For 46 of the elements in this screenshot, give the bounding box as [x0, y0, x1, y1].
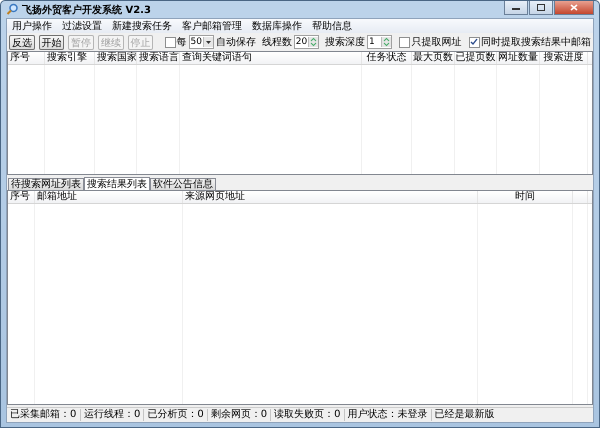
- tab[interactable]: 搜索结果列表: [84, 177, 150, 190]
- depth-spinner[interactable]: 1: [366, 35, 392, 49]
- column-header[interactable]: 时间: [478, 191, 573, 203]
- toolbar-button[interactable]: 反选: [9, 34, 35, 50]
- menu-item[interactable]: 帮助信息: [307, 19, 357, 33]
- close-button[interactable]: [554, 1, 594, 15]
- window-title: 飞扬外贸客户开发系统 V2.3: [22, 3, 151, 16]
- interval-dropdown[interactable]: 50: [188, 35, 214, 49]
- menu-item[interactable]: 客户邮箱管理: [177, 19, 247, 33]
- menu-item[interactable]: 用户操作: [7, 19, 57, 33]
- checkbox-label: 同时提取搜索结果中邮箱: [480, 36, 591, 49]
- magnifier-icon: [6, 3, 19, 16]
- minimize-button[interactable]: [504, 1, 528, 15]
- status-text: 剩余网页：0: [208, 409, 272, 421]
- tab[interactable]: 软件公告信息: [150, 178, 216, 190]
- column-header[interactable]: 搜索引擎: [45, 52, 95, 64]
- field-label: 线程数: [262, 36, 292, 49]
- column-header[interactable]: 网址数量: [497, 52, 540, 64]
- status-text: 已经是最新版: [434, 409, 496, 421]
- status-text: 已采集邮箱：0: [7, 409, 81, 421]
- column-header[interactable]: 最大页数: [412, 52, 455, 64]
- toolbar-button[interactable]: 开始: [38, 34, 64, 50]
- status-text: 已分析页：0: [144, 409, 208, 421]
- checkbox[interactable]: [399, 36, 410, 48]
- status-text: 用户状态：未登录: [344, 409, 432, 421]
- minimize-icon: [512, 6, 520, 10]
- column-header[interactable]: 已提页数: [455, 52, 497, 64]
- tab[interactable]: 待搜索网址列表: [8, 178, 84, 190]
- menu-item[interactable]: 过滤设置: [57, 19, 107, 33]
- status-text: 运行线程：0: [81, 409, 144, 421]
- field-label: 搜索深度: [324, 36, 365, 49]
- checkbox-label: 只提取网址: [411, 36, 462, 49]
- close-icon: [570, 4, 578, 11]
- column-header[interactable]: 任务状态: [362, 52, 412, 64]
- checkbox[interactable]: [164, 36, 176, 48]
- checkbox[interactable]: [468, 36, 480, 48]
- checkbox-label: 每: [176, 36, 187, 49]
- field-label: 自动保存: [216, 36, 256, 49]
- status-text: 读取失败页：0: [271, 409, 344, 421]
- column-header[interactable]: 邮箱地址: [35, 191, 183, 203]
- menu-item[interactable]: 新建搜索任务: [107, 19, 177, 33]
- maximize-button[interactable]: [529, 1, 553, 15]
- column-header[interactable]: 来源网页地址: [183, 191, 478, 203]
- threads-spinner[interactable]: 20: [294, 35, 320, 49]
- maximize-icon: [537, 4, 545, 11]
- menu-item[interactable]: 数据库操作: [247, 19, 307, 33]
